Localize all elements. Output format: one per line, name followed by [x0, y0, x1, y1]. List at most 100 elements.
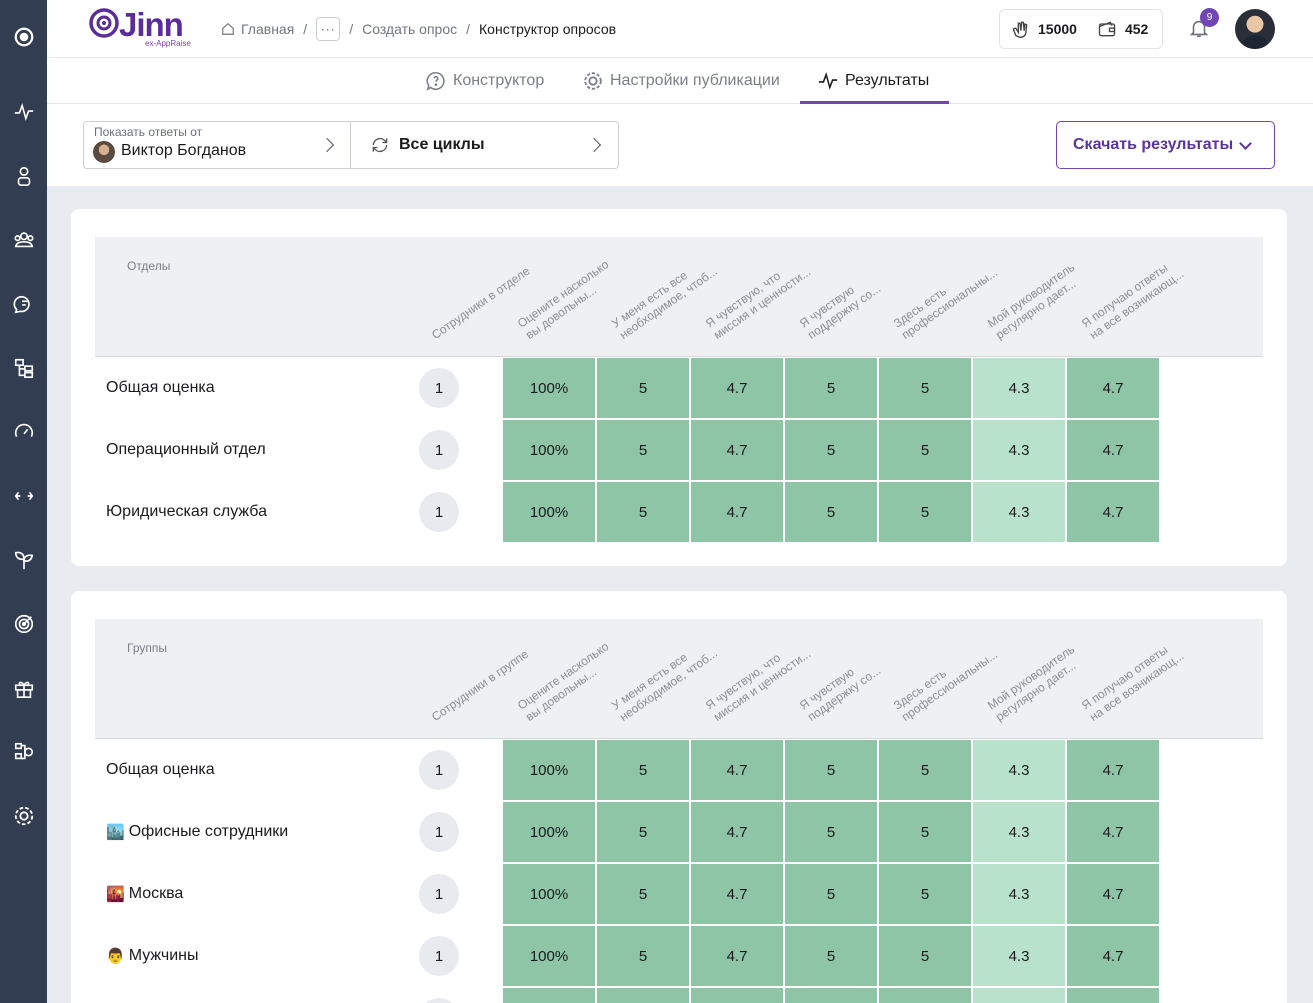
- score-cell[interactable]: 100%: [503, 864, 595, 924]
- score-cell[interactable]: 4.7: [691, 926, 783, 986]
- score-cell[interactable]: 5: [785, 420, 877, 480]
- score-cell[interactable]: 5: [785, 482, 877, 542]
- table-row[interactable]: Общая оценка 1 100% 5 4.7 5 5 4.3 4.7: [95, 357, 1263, 419]
- score-cell[interactable]: 4.3: [973, 482, 1065, 542]
- score-cell[interactable]: 5: [879, 926, 971, 986]
- employee-count-badge: 1: [419, 874, 459, 914]
- download-results-button[interactable]: Скачать результаты: [1056, 121, 1275, 169]
- score-cell[interactable]: 5: [785, 926, 877, 986]
- team-icon[interactable]: [0, 220, 47, 260]
- score-cell[interactable]: 4.7: [691, 864, 783, 924]
- tab-publication-settings[interactable]: Настройки публикации: [582, 58, 780, 104]
- score-cell[interactable]: 5: [785, 358, 877, 418]
- row-label: 🏙️ Офисные сотрудники: [106, 801, 288, 863]
- wallet-panel[interactable]: 15000 452: [999, 9, 1163, 49]
- hierarchy-settings-icon[interactable]: [0, 732, 47, 772]
- breadcrumb-more-button[interactable]: ···: [316, 17, 341, 41]
- app-logo[interactable]: Jinn ex-AppRaise: [89, 6, 199, 52]
- row-emoji-icon: 👨: [106, 948, 125, 965]
- score-cell[interactable]: [1067, 988, 1159, 1003]
- score-cell[interactable]: 100%: [503, 740, 595, 800]
- pulse-icon[interactable]: [0, 92, 47, 132]
- score-cell[interactable]: 4.3: [973, 420, 1065, 480]
- respondent-selector[interactable]: Показать ответы от Виктор Богданов: [84, 122, 351, 168]
- gift-icon[interactable]: [0, 668, 47, 708]
- score-cell[interactable]: 5: [597, 740, 689, 800]
- score-cell[interactable]: 5: [785, 740, 877, 800]
- score-cell[interactable]: 4.7: [691, 358, 783, 418]
- settings-gear-icon[interactable]: [0, 796, 47, 836]
- score-cell[interactable]: 4.7: [1067, 740, 1159, 800]
- score-cell[interactable]: 4.3: [973, 740, 1065, 800]
- table-row[interactable]: Юридическая служба 1 100% 5 4.7 5 5 4.3 4.7: [95, 481, 1263, 543]
- table-row[interactable]: Операционный отдел 1 100% 5 4.7 5 5 4.3 4.7: [95, 419, 1263, 481]
- score-cell[interactable]: 4.3: [973, 358, 1065, 418]
- score-cell[interactable]: 5: [879, 740, 971, 800]
- tab-constructor[interactable]: Конструктор: [425, 58, 544, 104]
- score-cell[interactable]: 5: [597, 802, 689, 862]
- score-cell[interactable]: 4.7: [1067, 482, 1159, 542]
- score-cell[interactable]: 4.7: [691, 420, 783, 480]
- table-row[interactable]: 🌇 Москва 1 100% 5 4.7 5 5 4.3 4.7: [95, 863, 1263, 925]
- org-structure-icon[interactable]: [0, 348, 47, 388]
- table-row[interactable]: 👨 Мужчины 1 100% 5 4.7 5 5 4.3 4.7: [95, 925, 1263, 987]
- score-cell[interactable]: 5: [785, 802, 877, 862]
- breadcrumb-home[interactable]: Главная: [221, 21, 294, 37]
- sprout-icon[interactable]: [0, 540, 47, 580]
- cycle-selector[interactable]: Все циклы: [351, 122, 618, 168]
- person-icon[interactable]: [0, 156, 47, 196]
- score-cell[interactable]: [973, 988, 1065, 1003]
- score-cell[interactable]: 5: [879, 802, 971, 862]
- target-icon[interactable]: [0, 604, 47, 644]
- user-avatar[interactable]: [1235, 9, 1275, 49]
- score-cell[interactable]: 4.7: [1067, 802, 1159, 862]
- score-cell[interactable]: 4.7: [691, 802, 783, 862]
- table-row[interactable]: 🏙️ Офисные сотрудники 1 100% 5 4.7 5 5 4.3 4.7: [95, 801, 1263, 863]
- score-cell[interactable]: 5: [597, 864, 689, 924]
- score-cell[interactable]: [503, 988, 595, 1003]
- score-cell[interactable]: 4.3: [973, 926, 1065, 986]
- tab-results[interactable]: Результаты: [817, 58, 929, 104]
- logo-swirl-icon[interactable]: [0, 17, 47, 57]
- respondent-selector-value: Виктор Богданов: [121, 142, 247, 159]
- score-cell[interactable]: 4.7: [1067, 926, 1159, 986]
- chevron-right-icon: [586, 137, 602, 153]
- score-cell[interactable]: [691, 988, 783, 1003]
- refresh-icon: [372, 137, 388, 153]
- score-cell[interactable]: 5: [879, 358, 971, 418]
- download-results-label: Скачать результаты: [1073, 136, 1234, 153]
- score-cell[interactable]: 4.7: [691, 740, 783, 800]
- score-cell[interactable]: 5: [597, 926, 689, 986]
- score-cell[interactable]: 5: [879, 482, 971, 542]
- score-cell[interactable]: 4.7: [691, 482, 783, 542]
- score-cell[interactable]: 100%: [503, 926, 595, 986]
- score-cell[interactable]: 5: [597, 420, 689, 480]
- score-cell[interactable]: 5: [879, 864, 971, 924]
- table-row[interactable]: [95, 987, 1263, 1003]
- score-cell[interactable]: 4.7: [1067, 864, 1159, 924]
- score-cell[interactable]: 4.3: [973, 864, 1065, 924]
- score-cell[interactable]: [879, 988, 971, 1003]
- breadcrumb-create-survey[interactable]: Создать опрос: [362, 21, 457, 37]
- score-cell[interactable]: 5: [879, 420, 971, 480]
- score-cell[interactable]: 5: [597, 358, 689, 418]
- score-cell[interactable]: 100%: [503, 358, 595, 418]
- score-cell[interactable]: 4.7: [1067, 420, 1159, 480]
- coins-value: 15000: [1038, 21, 1077, 37]
- table-row[interactable]: Общая оценка 1 100% 5 4.7 5 5 4.3 4.7: [95, 739, 1263, 801]
- score-cell[interactable]: 4.3: [973, 802, 1065, 862]
- score-cell[interactable]: 100%: [503, 420, 595, 480]
- row-label-text: Общая оценка: [106, 379, 215, 396]
- score-cell[interactable]: 5: [785, 864, 877, 924]
- score-cell[interactable]: [597, 988, 689, 1003]
- speedometer-icon[interactable]: [0, 412, 47, 452]
- feedback-icon[interactable]: [0, 284, 47, 324]
- employee-count-badge: 1: [419, 936, 459, 976]
- score-cell[interactable]: [785, 988, 877, 1003]
- swap-icon[interactable]: [0, 476, 47, 516]
- score-cell[interactable]: 5: [597, 482, 689, 542]
- score-cell[interactable]: 4.7: [1067, 358, 1159, 418]
- departments-card: Отделы Сотрудники в отделе Оцените наско…: [71, 209, 1287, 566]
- score-cell[interactable]: 100%: [503, 802, 595, 862]
- score-cell[interactable]: 100%: [503, 482, 595, 542]
